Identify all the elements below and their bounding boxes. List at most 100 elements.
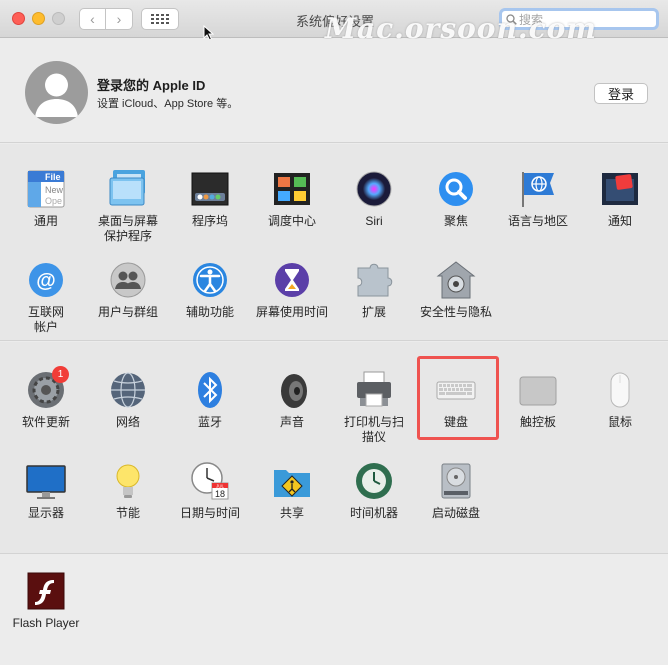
pref-accessibility-label: 辅助功能	[185, 305, 234, 319]
minimize-window-button[interactable]	[32, 12, 45, 25]
pref-printers-scanners-label: 打印机与扫描仪	[344, 415, 405, 444]
pref-date-time-label: 日期与时间	[179, 506, 240, 520]
startup-disk-icon	[436, 461, 476, 501]
svg-text:Ope: Ope	[45, 196, 62, 206]
pref-spotlight-label: 聚焦	[443, 214, 468, 228]
apple-id-section: 登录您的 Apple ID 设置 iCloud、App Store 等。 登录	[0, 39, 668, 143]
printer-icon	[354, 370, 394, 410]
pref-general[interactable]: File New Ope 通用	[5, 169, 87, 229]
security-icon	[436, 260, 476, 300]
language-region-icon	[518, 169, 558, 209]
show-all-button[interactable]	[141, 8, 179, 30]
mouse-icon	[600, 370, 640, 410]
mission-control-icon	[272, 169, 312, 209]
pref-displays-label: 显示器	[27, 506, 64, 520]
pref-software-update[interactable]: 1 软件更新	[5, 366, 87, 430]
pref-network[interactable]: 网络	[87, 370, 169, 430]
pref-notifications-label: 通知	[607, 214, 632, 228]
svg-text:File: File	[45, 172, 61, 182]
pref-internet-accounts[interactable]: @ 互联网帐户	[5, 260, 87, 335]
pref-energy-saver[interactable]: 节能	[87, 461, 169, 521]
sound-icon	[272, 370, 312, 410]
network-icon	[108, 370, 148, 410]
pref-dock[interactable]: 程序坞	[169, 169, 251, 229]
pref-desktop[interactable]: 桌面与屏幕保护程序	[87, 169, 169, 244]
pref-extensions-label: 扩展	[361, 305, 386, 319]
pref-startup-disk-label: 启动磁盘	[431, 506, 480, 520]
pref-energy-saver-label: 节能	[115, 506, 140, 520]
apple-id-subtitle: 设置 iCloud、App Store 等。	[97, 98, 239, 110]
apple-id-title: 登录您的 Apple ID	[97, 78, 206, 93]
pref-users-groups[interactable]: 用户与群组	[87, 260, 169, 320]
svg-text:18: 18	[215, 489, 225, 499]
pref-language-region-label: 语言与地区	[507, 214, 568, 228]
date-time-icon: JUL 18	[190, 461, 230, 501]
pref-time-machine[interactable]: 时间机器	[333, 461, 415, 521]
back-button[interactable]: ‹	[79, 8, 106, 30]
pref-date-time[interactable]: JUL 18 日期与时间	[169, 461, 251, 521]
pref-displays[interactable]: 显示器	[5, 461, 87, 521]
pref-software-update-label: 软件更新	[21, 415, 70, 429]
pref-sharing-label: 共享	[279, 506, 304, 520]
pref-users-groups-label: 用户与群组	[97, 305, 158, 319]
notifications-icon	[600, 169, 640, 209]
zoom-window-button[interactable]	[52, 12, 65, 25]
internet-accounts-icon: @	[26, 260, 66, 300]
pref-internet-accounts-label: 互联网帐户	[27, 305, 64, 334]
desktop-icon	[108, 169, 148, 209]
pref-mission-control[interactable]: 调度中心	[251, 169, 333, 229]
pref-sound[interactable]: 声音	[251, 370, 333, 430]
svg-text:JUL: JUL	[216, 484, 224, 489]
software-update-icon: 1	[26, 366, 69, 410]
pref-extensions[interactable]: 扩展	[333, 260, 415, 320]
pref-bluetooth-label: 蓝牙	[197, 415, 222, 429]
user-silhouette-icon	[35, 73, 78, 117]
pref-language-region[interactable]: 语言与地区	[497, 169, 579, 229]
pref-trackpad[interactable]: 触控板	[497, 370, 579, 430]
pref-spotlight[interactable]: 聚焦	[415, 169, 497, 229]
pref-mouse-label: 鼠标	[607, 415, 632, 429]
time-machine-icon	[354, 461, 394, 501]
pref-flash-player-label: Flash Player	[12, 616, 80, 630]
spotlight-icon	[436, 169, 476, 209]
pref-trackpad-label: 触控板	[519, 415, 556, 429]
pref-screen-time-label: 屏幕使用时间	[255, 305, 328, 319]
pref-flash-player[interactable]: Flash Player	[5, 571, 87, 631]
pref-security-privacy-label: 安全性与隐私	[419, 305, 492, 319]
svg-text:@: @	[36, 270, 56, 292]
pref-notifications[interactable]: 通知	[579, 169, 661, 229]
login-button[interactable]: 登录	[594, 83, 648, 104]
bluetooth-icon	[190, 370, 230, 410]
pref-desktop-label: 桌面与屏幕保护程序	[97, 214, 158, 243]
screen-time-icon	[272, 260, 312, 300]
pref-siri[interactable]: Siri	[333, 169, 415, 229]
pref-time-machine-label: 时间机器	[349, 506, 398, 520]
title-bar: ‹ › 系统偏好设置 搜索 Mac.orsoon.com	[0, 0, 668, 45]
pref-bluetooth[interactable]: 蓝牙	[169, 370, 251, 430]
close-window-button[interactable]	[12, 12, 25, 25]
accessibility-icon	[190, 260, 230, 300]
extensions-icon	[354, 260, 394, 300]
keyboard-highlight-box	[417, 356, 499, 440]
pref-mouse[interactable]: 鼠标	[579, 370, 661, 430]
dock-icon	[190, 169, 230, 209]
pref-sharing[interactable]: 共享	[251, 461, 333, 521]
pref-screen-time[interactable]: 屏幕使用时间	[251, 260, 333, 320]
other-prefs-section	[0, 555, 668, 665]
pref-startup-disk[interactable]: 启动磁盘	[415, 461, 497, 521]
svg-text:New: New	[45, 185, 64, 195]
pref-general-label: 通用	[33, 214, 58, 228]
forward-button[interactable]: ›	[106, 8, 133, 30]
pref-security-privacy[interactable]: 安全性与隐私	[415, 260, 497, 320]
pref-dock-label: 程序坞	[191, 214, 228, 228]
pref-sound-label: 声音	[279, 415, 304, 429]
pref-mission-control-label: 调度中心	[267, 214, 316, 228]
flash-player-icon	[26, 571, 66, 611]
users-groups-icon	[108, 260, 148, 300]
pref-siri-label: Siri	[365, 214, 383, 228]
sharing-icon	[272, 461, 312, 501]
avatar[interactable]	[25, 61, 88, 124]
pref-network-label: 网络	[115, 415, 140, 429]
pref-printers-scanners[interactable]: 打印机与扫描仪	[333, 370, 415, 445]
pref-accessibility[interactable]: 辅助功能	[169, 260, 251, 320]
